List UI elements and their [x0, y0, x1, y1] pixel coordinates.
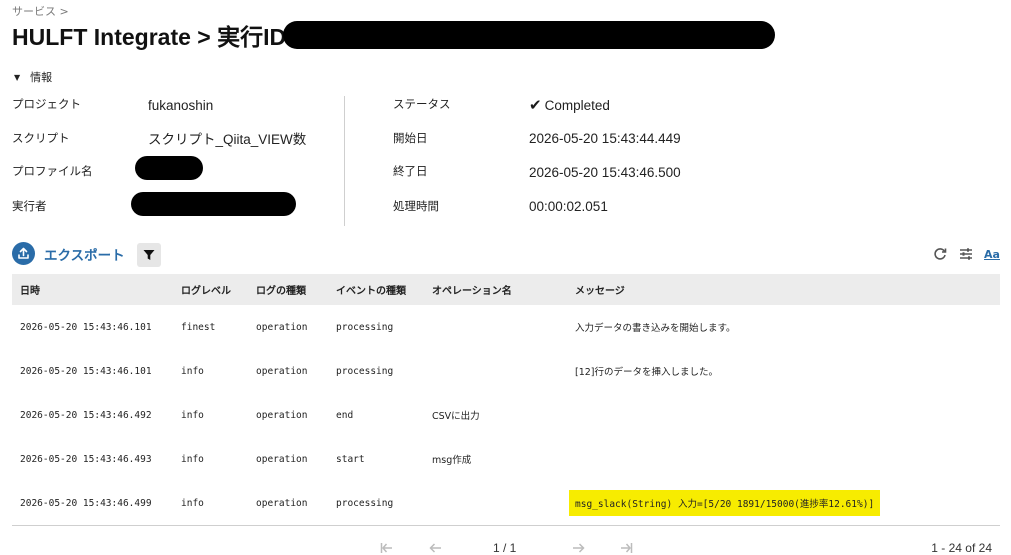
script-value: スクリプト_Qiita_VIEW数: [148, 132, 307, 147]
info-value-wrap: 2026-05-20 15:43:46.500: [529, 162, 681, 182]
info-row-duration: 処理時間: [393, 196, 439, 216]
cell-log-level: finest: [181, 321, 216, 333]
redacted-profile-name: [135, 156, 203, 180]
cell-datetime: 2026-05-20 15:43:46.492: [20, 409, 152, 421]
column-header[interactable]: ログレベル: [181, 274, 231, 305]
column-header[interactable]: イベントの種類: [336, 274, 406, 305]
info-label: 開始日: [393, 131, 428, 145]
first-page-icon[interactable]: [378, 540, 394, 555]
cell-message-wrap: msg_slack(String) 入力=[5/20 1891/15000(進捗…: [569, 481, 881, 525]
log-toolbar: エクスポート Aa: [12, 242, 1000, 268]
info-value-wrap: スクリプト_Qiita_VIEW数: [148, 128, 306, 148]
info-label: 終了日: [393, 164, 428, 178]
cell-datetime: 2026-05-20 15:43:46.101: [20, 365, 152, 377]
table-bottom-border: [12, 525, 1000, 526]
table-row[interactable]: 2026-05-20 15:43:46.101 finest operation…: [12, 305, 1000, 349]
table-row[interactable]: 2026-05-20 15:43:46.492 info operation e…: [12, 393, 1000, 437]
previous-page-icon[interactable]: [427, 540, 443, 555]
page-indicator: 1 / 1: [493, 541, 517, 555]
status-value-wrap: ✔ Completed: [529, 95, 610, 115]
duration-value: 00:00:02.051: [529, 198, 608, 214]
info-value-wrap: 00:00:02.051: [529, 196, 608, 216]
table-row[interactable]: 2026-05-20 15:43:46.101 info operation p…: [12, 349, 1000, 393]
filter-button[interactable]: [137, 243, 161, 267]
cell-event-type: processing: [336, 365, 394, 377]
cell-event-type: processing: [336, 321, 394, 333]
table-tools: Aa: [932, 244, 1000, 264]
end-date-value: 2026-05-20 15:43:46.500: [529, 164, 681, 180]
cell-event-type: end: [336, 409, 354, 421]
redacted-executor: [131, 192, 296, 216]
info-value-wrap: fukanoshin: [148, 95, 213, 115]
info-label: プロファイル名: [12, 164, 93, 178]
text-size-icon[interactable]: Aa: [984, 244, 1000, 264]
column-settings-icon[interactable]: [958, 244, 974, 264]
cell-datetime: 2026-05-20 15:43:46.499: [20, 497, 152, 509]
cell-datetime: 2026-05-20 15:43:46.493: [20, 453, 152, 465]
cell-event-type: start: [336, 453, 365, 465]
project-value: fukanoshin: [148, 97, 214, 113]
info-label: 実行者: [12, 199, 47, 213]
table-header: 日時 ログレベル ログの種類 イベントの種類 オペレーション名 メッセージ: [12, 274, 1000, 305]
cell-message: 入力データの書き込みを開始します。: [575, 323, 736, 334]
info-section-label: 情報: [30, 71, 53, 84]
upload-icon: [12, 242, 35, 265]
redacted-execution-id: [283, 21, 776, 49]
table-row[interactable]: 2026-05-20 15:43:46.499 info operation p…: [12, 481, 1000, 525]
info-row-status: ステータス: [393, 94, 451, 114]
refresh-icon[interactable]: [932, 244, 948, 264]
caret-down-icon: ▼: [14, 72, 21, 82]
info-row-script: スクリプト: [12, 128, 70, 148]
cell-log-type: operation: [256, 409, 308, 421]
info-row-executor: 実行者: [12, 196, 47, 216]
column-header[interactable]: オペレーション名: [432, 274, 512, 305]
info-grid: プロジェクト fukanoshin スクリプト スクリプト_Qiita_VIEW…: [12, 92, 1000, 226]
export-label: エクスポート: [44, 247, 125, 264]
info-section-toggle[interactable]: ▼ 情報: [14, 69, 52, 85]
info-value-wrap: 2026-05-20 15:43:44.449: [529, 128, 681, 148]
column-header[interactable]: ログの種類: [256, 274, 306, 305]
export-button[interactable]: エクスポート: [12, 242, 125, 265]
column-header[interactable]: メッセージ: [575, 274, 625, 305]
result-range: 1 - 24 of 24: [931, 541, 992, 555]
info-value-wrap: [135, 156, 203, 180]
next-page-icon[interactable]: [570, 540, 586, 555]
page-title: HULFT Integrate > 実行ID: [12, 24, 287, 50]
info-row-start: 開始日: [393, 128, 428, 148]
cell-log-level: info: [181, 453, 204, 465]
cell-message: [12]行のデータを挿入しました。: [575, 367, 719, 378]
cell-log-level: info: [181, 497, 204, 509]
cell-log-level: info: [181, 409, 204, 421]
cell-log-level: info: [181, 365, 204, 377]
log-table: 日時 ログレベル ログの種類 イベントの種類 オペレーション名 メッセージ 20…: [12, 274, 1000, 525]
info-row-end: 終了日: [393, 161, 428, 181]
info-label: 処理時間: [393, 199, 439, 213]
cell-message-highlighted: msg_slack(String) 入力=[5/20 1891/15000(進捗…: [569, 490, 881, 516]
cell-event-type: processing: [336, 497, 394, 509]
pagination: 1 / 1 1 - 24 of 24: [0, 540, 1011, 555]
check-icon: ✔: [529, 96, 542, 114]
info-value-wrap: [131, 192, 296, 216]
info-divider: [344, 96, 345, 226]
cell-operation: msg作成: [432, 455, 472, 466]
info-label: ステータス: [393, 97, 451, 111]
cell-log-type: operation: [256, 321, 308, 333]
cell-datetime: 2026-05-20 15:43:46.101: [20, 321, 152, 333]
column-header[interactable]: 日時: [20, 274, 40, 305]
cell-operation: CSVに出力: [432, 411, 480, 422]
filter-icon: [143, 250, 155, 260]
title-row: HULFT Integrate > 実行ID: [12, 18, 776, 52]
info-label: スクリプト: [12, 131, 70, 145]
start-date-value: 2026-05-20 15:43:44.449: [529, 130, 681, 146]
info-row-profile: プロファイル名: [12, 161, 93, 181]
cell-log-type: operation: [256, 497, 308, 509]
table-row[interactable]: 2026-05-20 15:43:46.493 info operation s…: [12, 437, 1000, 481]
info-label: プロジェクト: [12, 97, 81, 111]
status-value: Completed: [544, 97, 610, 113]
last-page-icon[interactable]: [618, 540, 634, 555]
info-row-project: プロジェクト: [12, 94, 81, 114]
breadcrumb[interactable]: サービス >: [12, 3, 69, 19]
cell-log-type: operation: [256, 453, 308, 465]
cell-log-type: operation: [256, 365, 308, 377]
